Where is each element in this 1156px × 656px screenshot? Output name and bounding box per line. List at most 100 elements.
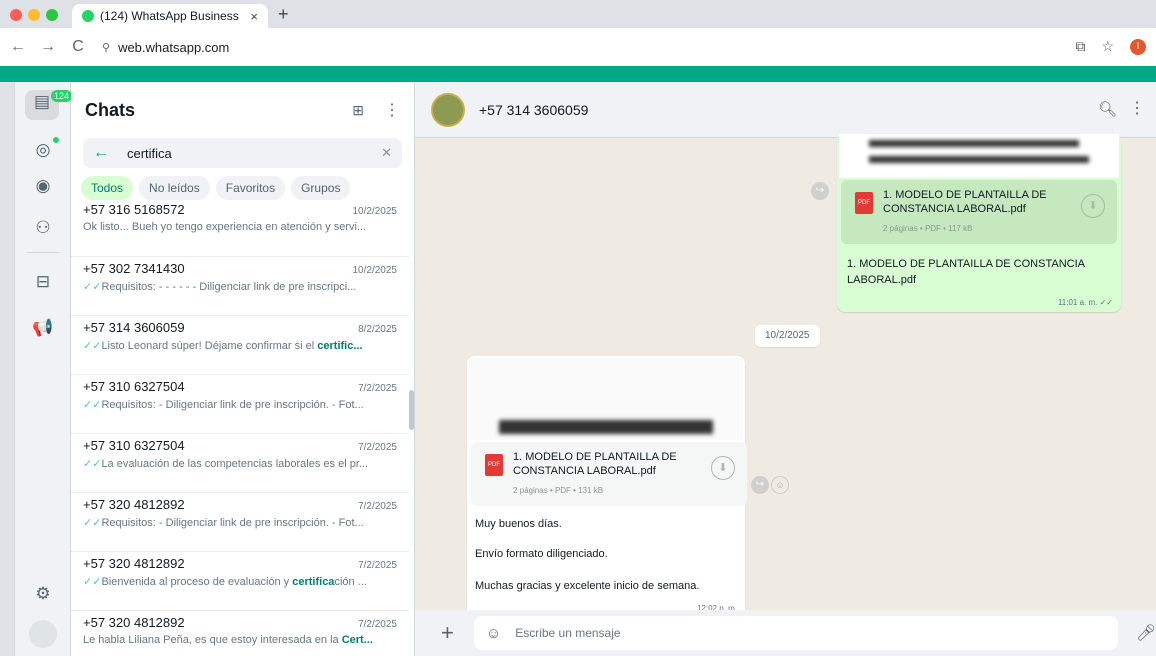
chat-name: +57 320 4812892 bbox=[83, 497, 185, 512]
back-arrow-icon[interactable]: ← bbox=[93, 144, 109, 162]
forward-icon[interactable]: ↪ bbox=[751, 476, 769, 494]
chat-preview: Ok listo... Bueh yo tengo experiencia en… bbox=[83, 221, 397, 233]
message-caption: 1. MODELO DE PLANTAILLA DE CONSTANCIA LA… bbox=[847, 258, 1085, 286]
chat-list-panel: Chats ⊞ ⋮ ← certifica ✕ Todos No leídos … bbox=[71, 82, 415, 656]
microphone-icon[interactable]: 🎤︎ bbox=[1136, 623, 1156, 643]
close-window-button[interactable] bbox=[10, 9, 22, 21]
composer: + ☺ Escribe un mensaje 🎤︎ bbox=[415, 610, 1156, 656]
preview-text: Requisitos: - Diligenciar link de pre in… bbox=[101, 517, 364, 529]
attach-plus-icon[interactable]: + bbox=[441, 620, 454, 646]
channels-icon[interactable]: ◉ bbox=[31, 174, 55, 198]
whatsapp-favicon-icon bbox=[82, 10, 94, 22]
status-icon[interactable]: ◎ bbox=[31, 138, 55, 162]
outgoing-message[interactable]: PDF 1. MODELO DE PLANTAILLA DE CONSTANCI… bbox=[837, 134, 1121, 312]
chat-list-item[interactable]: +57 320 4812892 7/2/2025 Le habla Liliana … bbox=[71, 611, 409, 656]
chat-list-item[interactable]: +57 320 4812892 7/2/2025 ✓✓Requisitos: - D… bbox=[71, 493, 409, 552]
tab-title: (124) WhatsApp Business bbox=[100, 9, 239, 23]
browser-profile-avatar[interactable]: I bbox=[1130, 38, 1146, 55]
message-input-placeholder: Escribe un mensaje bbox=[515, 626, 621, 640]
address-bar[interactable]: ⚲ web.whatsapp.com bbox=[102, 40, 229, 55]
react-icon[interactable]: ☺ bbox=[771, 476, 789, 494]
cast-icon[interactable]: ⧉ bbox=[1075, 38, 1085, 55]
back-button[interactable]: ← bbox=[6, 38, 30, 56]
chat-date: 7/2/2025 bbox=[358, 383, 397, 394]
document-meta: 2 páginas • PDF • 117 kB bbox=[883, 224, 973, 233]
pdf-icon: PDF bbox=[855, 192, 873, 214]
bookmark-star-icon[interactable]: ☆ bbox=[1101, 38, 1114, 55]
search-highlight: certific... bbox=[317, 340, 363, 352]
communities-icon[interactable]: ⚇ bbox=[31, 216, 55, 240]
settings-icon[interactable]: ⚙ bbox=[31, 582, 55, 606]
chat-date: 8/2/2025 bbox=[358, 324, 397, 335]
catalog-icon[interactable]: ⊟ bbox=[31, 270, 55, 294]
tab-close-icon[interactable]: × bbox=[250, 9, 258, 24]
sticker-icon[interactable]: ☺ bbox=[486, 625, 501, 642]
document-name: 1. MODELO DE PLANTAILLA DE CONSTANCIA LA… bbox=[883, 189, 1047, 215]
search-input[interactable]: certifica bbox=[127, 146, 172, 161]
chat-list-item[interactable]: +57 320 4812892 7/2/2025 ✓✓Bienvenida al p… bbox=[71, 552, 409, 611]
browser-tab[interactable]: (124) WhatsApp Business × bbox=[72, 4, 268, 28]
nav-rail: ▤ 124 ◎ ◉ ⚇ ⊟ 📢 ⚙ bbox=[15, 82, 73, 656]
chat-list-item[interactable]: +57 314 3606059 8/2/2025 ✓✓Listo Leonard s… bbox=[71, 316, 409, 375]
clear-search-icon[interactable]: ✕ bbox=[381, 145, 392, 161]
message-line-2: Envío formato diligenciado. bbox=[475, 548, 608, 560]
document-name: 1. MODELO DE PLANTAILLA DE CONSTANCIA LA… bbox=[513, 451, 677, 477]
incoming-message[interactable]: PDF 1. MODELO DE PLANTAILLA DE CONSTANCI… bbox=[467, 356, 747, 616]
document-attachment[interactable]: PDF 1. MODELO DE PLANTAILLA DE CONSTANCI… bbox=[841, 180, 1117, 244]
new-tab-button[interactable]: + bbox=[278, 4, 289, 25]
forward-icon[interactable]: ↪ bbox=[811, 182, 829, 200]
chat-list-item[interactable]: +57 310 6327504 7/2/2025 ✓✓La evaluación d… bbox=[71, 434, 409, 493]
search-box[interactable]: ← certifica ✕ bbox=[83, 138, 402, 168]
chat-name: +57 302 7341430 bbox=[83, 261, 185, 276]
chat-name: +57 310 6327504 bbox=[83, 438, 185, 453]
contact-name[interactable]: +57 314 3606059 bbox=[479, 102, 588, 118]
preview-text: Requisitos: - - - - - - Diligenciar link… bbox=[101, 281, 357, 293]
download-icon[interactable]: ⬇ bbox=[1081, 194, 1105, 218]
pdf-icon: PDF bbox=[485, 454, 503, 476]
read-ticks-icon: ✓✓ bbox=[83, 399, 102, 411]
ads-icon[interactable]: 📢 bbox=[31, 316, 55, 340]
contact-avatar[interactable] bbox=[431, 92, 465, 127]
chat-list-item[interactable]: +57 302 7341430 10/2/2025 ✓✓Requisitos: - … bbox=[71, 257, 409, 316]
read-ticks-icon: ✓✓ bbox=[83, 517, 102, 529]
status-new-dot bbox=[53, 137, 59, 143]
preview-text: La evaluación de las competencias labora… bbox=[101, 458, 369, 470]
download-icon[interactable]: ⬇ bbox=[711, 456, 735, 480]
browser-tab-bar: (124) WhatsApp Business × + bbox=[0, 0, 1156, 28]
chat-list-scrollbar[interactable] bbox=[409, 390, 414, 430]
unread-badge: 124 bbox=[51, 90, 73, 102]
menu-icon[interactable]: ⋮ bbox=[1129, 98, 1145, 118]
minimize-window-button[interactable] bbox=[28, 9, 40, 21]
browser-toolbar: ← → C ⚲ web.whatsapp.com ⧉ ☆ I bbox=[0, 28, 1156, 66]
document-attachment[interactable]: PDF 1. MODELO DE PLANTAILLA DE CONSTANCI… bbox=[471, 442, 747, 506]
conversation-header[interactable]: +57 314 3606059 🔍︎ ⋮ bbox=[415, 82, 1156, 138]
forward-button[interactable]: → bbox=[36, 38, 60, 56]
message-input[interactable]: ☺ Escribe un mensaje bbox=[473, 616, 1118, 650]
filter-favorites[interactable]: Favoritos bbox=[215, 176, 286, 200]
chat-list-item[interactable]: +57 316 5168572 10/2/2025 Ok listo... Bueh… bbox=[71, 198, 409, 257]
chat-date: 10/2/2025 bbox=[352, 265, 398, 276]
search-icon[interactable]: 🔍︎ bbox=[1098, 100, 1117, 118]
new-chat-icon[interactable]: ⊞ bbox=[352, 102, 364, 119]
chat-preview: ✓✓Requisitos: - - - - - - Diligenciar li… bbox=[83, 280, 397, 293]
maximize-window-button[interactable] bbox=[46, 9, 58, 21]
menu-icon[interactable]: ⋮ bbox=[384, 100, 400, 120]
filter-groups[interactable]: Grupos bbox=[291, 176, 351, 200]
chat-name: +57 310 6327504 bbox=[83, 379, 185, 394]
preview-text: Bienvenida al proceso de evaluación y bbox=[101, 576, 293, 588]
reload-button[interactable]: C bbox=[66, 38, 90, 56]
filter-chips: Todos No leídos Favoritos Grupos bbox=[71, 168, 414, 200]
chat-preview: ✓✓La evaluación de las competencias labo… bbox=[83, 457, 397, 470]
chat-list-item[interactable]: +57 310 6327504 7/2/2025 ✓✓Requisitos: - D… bbox=[71, 375, 409, 434]
conversation-panel: +57 314 3606059 🔍︎ ⋮ PDF 1. MODELO DE PL… bbox=[415, 82, 1156, 656]
document-meta: 2 páginas • PDF • 131 kB bbox=[513, 486, 604, 495]
site-info-icon[interactable]: ⚲ bbox=[102, 41, 110, 54]
filter-unread[interactable]: No leídos bbox=[139, 176, 210, 200]
document-thumbnail[interactable] bbox=[469, 358, 743, 440]
filter-all[interactable]: Todos bbox=[81, 176, 134, 200]
chat-preview: ✓✓Requisitos: - Diligenciar link de pre … bbox=[83, 398, 397, 411]
profile-avatar[interactable] bbox=[29, 620, 57, 648]
chat-name: +57 320 4812892 bbox=[83, 615, 185, 630]
date-divider: 10/2/2025 bbox=[755, 325, 820, 347]
document-thumbnail[interactable] bbox=[839, 134, 1119, 178]
